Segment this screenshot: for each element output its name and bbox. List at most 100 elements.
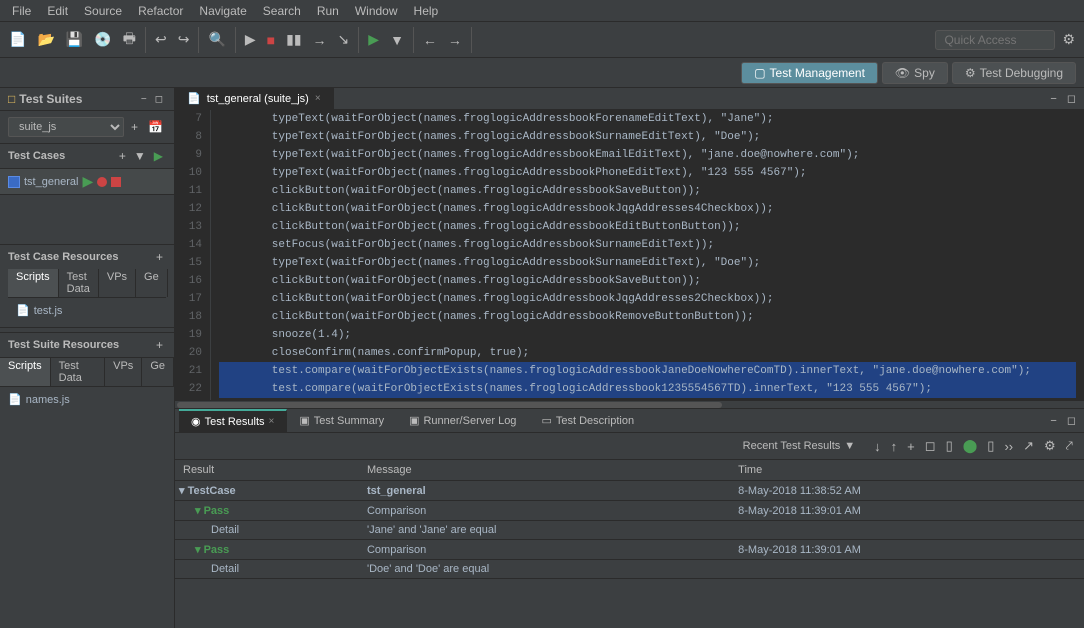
run-dropdown-btn[interactable]: ▼ xyxy=(385,27,409,53)
fail-filter-btn[interactable]: ▯ xyxy=(984,437,997,455)
export-btn[interactable]: ↗ xyxy=(1020,437,1037,455)
test-file-item[interactable]: 📄 test.js xyxy=(16,302,158,319)
tab-test-results[interactable]: ◉ Test Results × xyxy=(179,409,287,432)
header-bar: ▢ Test Management 👁 Spy ⚙ Test Debugging xyxy=(0,58,1084,88)
menu-search[interactable]: Search xyxy=(255,2,309,20)
test-case-item[interactable]: tst_general ▶ xyxy=(0,169,174,195)
run-test-btn[interactable]: ▶ xyxy=(151,148,166,164)
spy-tab[interactable]: 👁 Spy xyxy=(882,62,948,84)
add-resource-btn[interactable]: + xyxy=(153,249,166,265)
suite-dropdown[interactable]: suite_js xyxy=(8,117,124,137)
record-icon[interactable] xyxy=(97,177,107,187)
stop-btn[interactable]: ■ xyxy=(262,27,280,53)
menu-file[interactable]: File xyxy=(4,2,39,20)
editor-maximize-btn[interactable]: ◻ xyxy=(1063,90,1080,107)
tab-scripts[interactable]: Scripts xyxy=(8,269,59,297)
code-content[interactable]: typeText(waitForObject(names.froglogicAd… xyxy=(211,110,1084,400)
section-controls: + ▼ ▶ xyxy=(116,148,166,164)
copy-result-btn[interactable]: ▯ xyxy=(943,437,956,455)
search-btn[interactable]: 🔍 xyxy=(203,27,230,53)
editor-tab-main[interactable]: 📄 tst_general (suite_js) × xyxy=(175,88,334,109)
clear-result-btn[interactable]: ◻ xyxy=(922,437,939,455)
test-results-close[interactable]: × xyxy=(269,416,275,427)
suite-tab-testdata[interactable]: Test Data xyxy=(51,358,106,386)
horizontal-scrollbar[interactable] xyxy=(175,400,1084,408)
bottom-maximize-btn[interactable]: ◻ xyxy=(1063,412,1080,429)
redo-btn[interactable]: ↪ xyxy=(173,27,195,53)
stop-record-icon[interactable] xyxy=(111,177,121,187)
suite-tab-vps[interactable]: VPs xyxy=(105,358,142,386)
toolbar-group-debug: ▶ ■ ▮▮ → ↘ xyxy=(240,27,359,53)
cell-result: ▾ Pass xyxy=(175,501,359,521)
pause-btn[interactable]: ▮▮ xyxy=(281,27,306,53)
run-icon[interactable]: ▶ xyxy=(82,173,93,190)
add-suite-btn[interactable]: + xyxy=(128,119,141,135)
save-btn[interactable]: 💾 xyxy=(61,27,88,53)
tab-vps[interactable]: VPs xyxy=(99,269,136,297)
more-btn[interactable]: ›› xyxy=(1001,437,1016,455)
move-up-btn[interactable]: ↑ xyxy=(888,437,901,455)
tab-runner-log[interactable]: ▣ Runner/Server Log xyxy=(397,410,529,431)
cell-time: 8-May-2018 11:39:01 AM xyxy=(730,501,1084,521)
editor-minimize-btn[interactable]: − xyxy=(1046,90,1060,107)
code-area: 78910111213141516171819202122232425 type… xyxy=(175,110,1084,400)
menu-source[interactable]: Source xyxy=(76,2,130,20)
add-suite-resource-btn[interactable]: + xyxy=(153,337,166,353)
pass-filter-btn[interactable]: ⬤ xyxy=(960,437,981,455)
cell-message: Comparison xyxy=(359,501,730,521)
quick-access-input[interactable] xyxy=(935,30,1055,50)
test-case-checkbox[interactable] xyxy=(8,176,20,188)
maximize-panel-btn[interactable]: ◻ xyxy=(152,93,166,106)
test-management-tab[interactable]: ▢ Test Management xyxy=(741,62,878,84)
step-over-btn[interactable]: → xyxy=(308,27,332,53)
test-debugging-tab[interactable]: ⚙ Test Debugging xyxy=(952,62,1076,84)
move-down-btn[interactable]: ↓ xyxy=(871,437,884,455)
tab-testdata[interactable]: Test Data xyxy=(59,269,99,297)
menu-run[interactable]: Run xyxy=(309,2,347,20)
recent-results-dropdown[interactable]: Recent Test Results ▼ xyxy=(743,440,856,452)
debug-btn[interactable]: ▶ xyxy=(240,27,261,53)
table-row[interactable]: ▾ Pass Comparison 8-May-2018 11:39:01 AM xyxy=(175,501,1084,521)
print-btn[interactable]: 🖶 xyxy=(118,27,141,53)
suite-resources-title: Test Suite Resources + xyxy=(0,332,174,358)
editor-tab-close[interactable]: × xyxy=(315,93,321,104)
add-result-btn[interactable]: + xyxy=(904,437,918,455)
menu-bar: File Edit Source Refactor Navigate Searc… xyxy=(0,0,1084,22)
step-into-btn[interactable]: ↘ xyxy=(333,27,355,53)
menu-help[interactable]: Help xyxy=(406,2,447,20)
bottom-tab-bar: ◉ Test Results × ▣ Test Summary ▣ Runner… xyxy=(175,409,1084,433)
menu-window[interactable]: Window xyxy=(347,2,406,20)
expand-btn[interactable]: ⤤ xyxy=(1063,437,1076,455)
tab-test-summary[interactable]: ▣ Test Summary xyxy=(287,410,397,431)
save-all-btn[interactable]: 💿 xyxy=(89,27,116,53)
undo-btn[interactable]: ↩ xyxy=(150,27,172,53)
menu-refactor[interactable]: Refactor xyxy=(130,2,191,20)
test-desc-icon: ▭ xyxy=(541,414,551,427)
minimize-panel-btn[interactable]: − xyxy=(138,93,150,106)
settings-btn[interactable]: ⚙ xyxy=(1057,27,1080,53)
dropdown-test-btn[interactable]: ▼ xyxy=(131,148,149,164)
cell-result: ▾ TestCase xyxy=(175,481,359,501)
test-summary-label: Test Summary xyxy=(314,415,384,427)
forward-btn[interactable]: → xyxy=(443,27,467,53)
table-row[interactable]: Detail 'Doe' and 'Doe' are equal xyxy=(175,560,1084,579)
calendar-btn[interactable]: 📅 xyxy=(145,119,166,135)
new-btn[interactable]: 📄 xyxy=(4,27,31,53)
back-btn[interactable]: ← xyxy=(418,27,442,53)
table-row[interactable]: ▾ TestCase tst_general 8-May-2018 11:38:… xyxy=(175,481,1084,501)
tab-test-description[interactable]: ▭ Test Description xyxy=(529,410,647,431)
bottom-minimize-btn[interactable]: − xyxy=(1046,412,1060,429)
suite-file-item[interactable]: 📄 names.js xyxy=(8,391,166,408)
bottom-panel-controls: − ◻ xyxy=(1046,412,1080,429)
table-row[interactable]: Detail 'Jane' and 'Jane' are equal xyxy=(175,521,1084,540)
table-row[interactable]: ▾ Pass Comparison 8-May-2018 11:39:01 AM xyxy=(175,540,1084,560)
run-btn[interactable]: ▶ xyxy=(363,27,384,53)
add-test-btn[interactable]: + xyxy=(116,148,129,164)
menu-navigate[interactable]: Navigate xyxy=(191,2,254,20)
tab-ge[interactable]: Ge xyxy=(136,269,168,297)
open-btn[interactable]: 📂 xyxy=(32,27,59,53)
menu-edit[interactable]: Edit xyxy=(39,2,76,20)
settings-result-btn[interactable]: ⚙ xyxy=(1041,437,1059,455)
suite-tab-scripts[interactable]: Scripts xyxy=(0,358,51,386)
suite-tab-ge[interactable]: Ge xyxy=(142,358,174,386)
